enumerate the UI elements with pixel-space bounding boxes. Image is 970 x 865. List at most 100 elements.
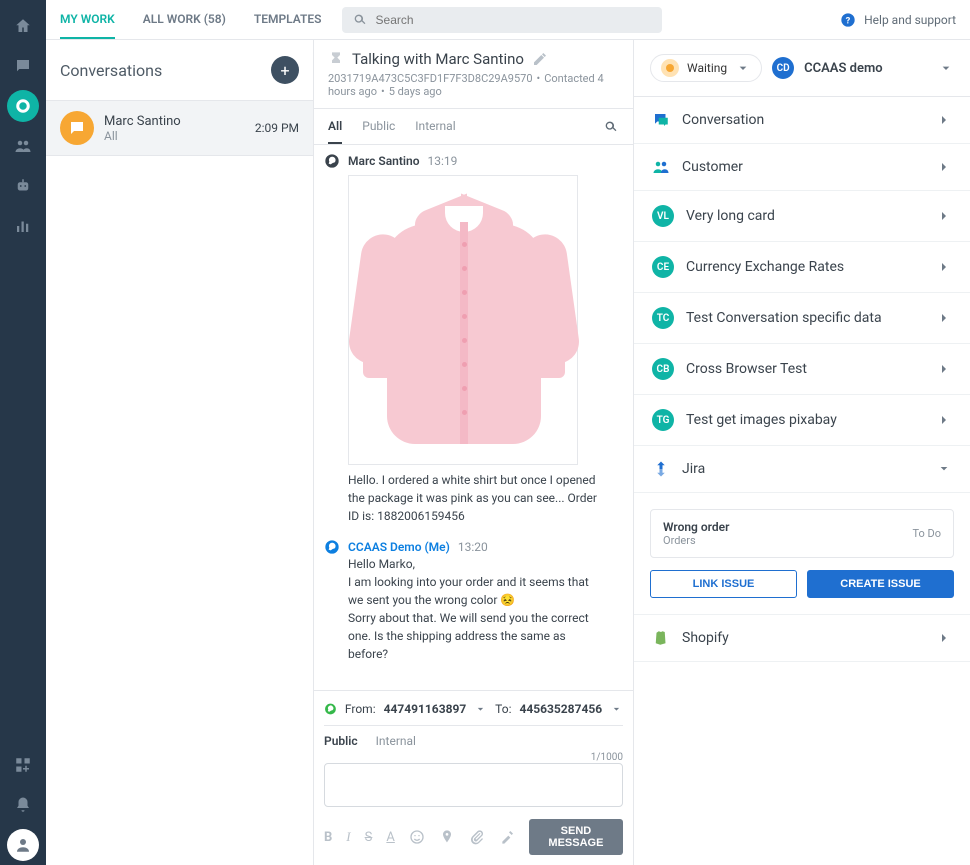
chat-title: Talking with Marc Santino: [352, 50, 524, 68]
rail-home[interactable]: [7, 10, 39, 42]
badge-cb: CB: [652, 358, 674, 380]
jira-issue-card[interactable]: Wrong order Orders To Do: [650, 509, 954, 558]
tab-all-work[interactable]: ALL WORK (58): [143, 0, 226, 39]
bold-button[interactable]: B: [324, 830, 332, 845]
badge-vl: VL: [652, 205, 674, 227]
shopify-icon: [652, 629, 670, 647]
filter-all[interactable]: All: [328, 109, 342, 144]
search-input[interactable]: [376, 13, 652, 27]
jira-status: To Do: [912, 527, 941, 540]
message-textarea[interactable]: [324, 763, 623, 807]
chevron-right-icon: [936, 361, 952, 377]
tab-my-work[interactable]: MY WORK: [60, 0, 115, 39]
link-issue-button[interactable]: LINK ISSUE: [650, 570, 797, 598]
jira-category: Orders: [663, 534, 729, 547]
whatsapp-icon: [324, 153, 340, 169]
italic-button[interactable]: I: [346, 829, 350, 845]
attachment-image[interactable]: [348, 175, 578, 465]
whatsapp-avatar: [60, 111, 94, 145]
card-test-conv[interactable]: TC Test Conversation specific data: [634, 293, 970, 344]
to-chevron[interactable]: [610, 701, 623, 717]
card-conversation[interactable]: Conversation: [634, 97, 970, 144]
help-link[interactable]: Help and support: [864, 13, 956, 27]
from-label: From:: [345, 702, 376, 716]
create-issue-button[interactable]: CREATE ISSUE: [807, 570, 954, 598]
filter-public[interactable]: Public: [362, 109, 395, 144]
chevron-right-icon: [936, 159, 952, 175]
filter-internal[interactable]: Internal: [415, 109, 455, 144]
chat-panel: Talking with Marc Santino 2031719A473C5C…: [314, 40, 634, 865]
context-panel: Waiting CD CCAAS demo Conversation: [634, 40, 970, 865]
rail-chat[interactable]: [7, 50, 39, 82]
chevron-down-icon[interactable]: [938, 60, 954, 76]
card-currency[interactable]: CE Currency Exchange Rates: [634, 242, 970, 293]
jira-title: Wrong order: [663, 520, 729, 534]
conv-time: 2:09 PM: [255, 121, 299, 135]
rail-people[interactable]: [7, 130, 39, 162]
composer-tab-internal[interactable]: Internal: [376, 734, 416, 748]
thread-search-icon[interactable]: [603, 119, 619, 135]
status-label: Waiting: [687, 61, 727, 75]
jira-body: Wrong order Orders To Do LINK ISSUE CREA…: [634, 493, 970, 615]
chevron-down-icon: [936, 461, 952, 477]
composer-tab-public[interactable]: Public: [324, 734, 358, 748]
emoji-button[interactable]: [409, 829, 425, 845]
chat-age: 5 days ago: [389, 85, 442, 98]
whatsapp-icon: [324, 539, 340, 555]
location-button[interactable]: [439, 829, 455, 845]
topbar: MY WORK ALL WORK (58) TEMPLATES ? Help a…: [46, 0, 970, 40]
status-selector[interactable]: Waiting: [650, 54, 762, 82]
add-conversation-button[interactable]: +: [271, 56, 299, 84]
chat-id: 2031719A473C5C3FD1F7F3D8C29A9570: [328, 72, 533, 85]
card-customer[interactable]: Customer: [634, 144, 970, 191]
chevron-down-icon: [735, 60, 751, 76]
rail-apps[interactable]: [7, 749, 39, 781]
conversation-icon: [652, 111, 670, 129]
conv-sub: All: [104, 129, 245, 143]
rail-bot[interactable]: [7, 170, 39, 202]
card-cross-browser[interactable]: CB Cross Browser Test: [634, 344, 970, 395]
msg1-time: 13:19: [428, 154, 458, 168]
from-chevron[interactable]: [474, 701, 487, 717]
font-button[interactable]: A: [386, 830, 394, 845]
rail-analytics[interactable]: [7, 210, 39, 242]
send-button[interactable]: SEND MESSAGE: [529, 819, 623, 855]
conversations-panel: Conversations + Marc Santino All 2:09 PM: [46, 40, 314, 865]
card-shopify[interactable]: Shopify: [634, 615, 970, 662]
char-count: 1/1000: [324, 752, 623, 763]
rail-conversations[interactable]: [7, 90, 39, 122]
chevron-right-icon: [936, 412, 952, 428]
conv-name: Marc Santino: [104, 114, 245, 129]
magic-button[interactable]: [499, 829, 515, 845]
jira-icon: [652, 460, 670, 478]
search-icon: [352, 12, 368, 28]
chevron-right-icon: [936, 259, 952, 275]
to-number[interactable]: 445635287456: [519, 702, 602, 716]
status-dot: [661, 59, 679, 77]
agent-name[interactable]: CCAAS demo: [804, 61, 882, 76]
card-pixabay[interactable]: TG Test get images pixabay: [634, 395, 970, 446]
agent-badge: CD: [772, 57, 794, 79]
hourglass-icon: [328, 51, 344, 67]
card-jira[interactable]: Jira: [634, 446, 970, 493]
tab-templates[interactable]: TEMPLATES: [254, 0, 322, 39]
attach-button[interactable]: [469, 829, 485, 845]
from-number[interactable]: 447491163897: [384, 702, 467, 716]
msg1-text: Hello. I ordered a white shirt but once …: [348, 471, 598, 525]
to-label: To:: [495, 702, 511, 716]
conversation-row[interactable]: Marc Santino All 2:09 PM: [46, 100, 313, 156]
badge-ce: CE: [652, 256, 674, 278]
msg2-text: Hello Marko, I am looking into your orde…: [348, 555, 598, 663]
edit-icon[interactable]: [532, 51, 548, 67]
rail-profile[interactable]: [7, 829, 39, 861]
rail-notifications[interactable]: [7, 789, 39, 821]
card-very-long[interactable]: VL Very long card: [634, 191, 970, 242]
strike-button[interactable]: S: [365, 830, 373, 845]
chevron-right-icon: [936, 630, 952, 646]
msg2-time: 13:20: [458, 540, 488, 554]
search-box[interactable]: [342, 7, 662, 33]
customer-icon: [652, 158, 670, 176]
help-icon[interactable]: ?: [840, 12, 856, 28]
msg2-name: CCAAS Demo (Me): [348, 540, 450, 554]
svg-text:?: ?: [846, 15, 851, 26]
